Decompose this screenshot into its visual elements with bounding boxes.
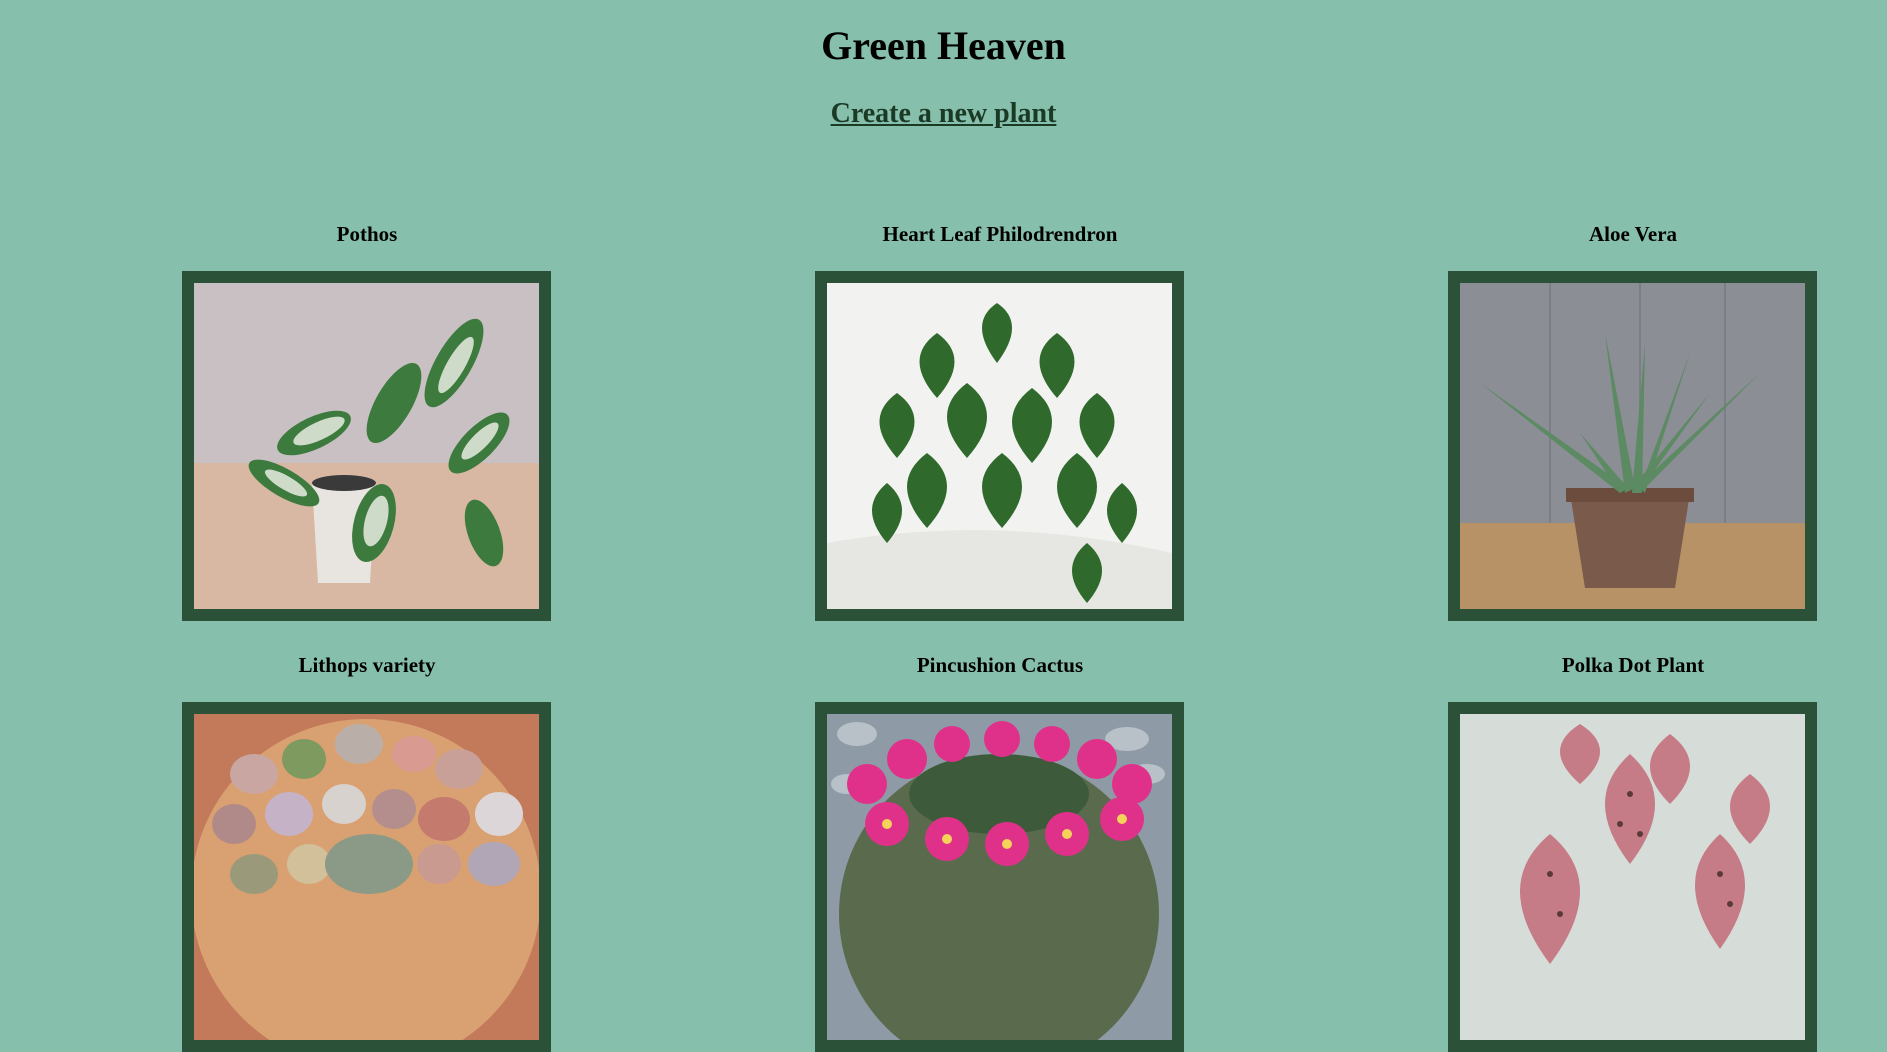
plant-image-pincushion-cactus[interactable]	[815, 702, 1184, 1052]
plant-image-aloe-vera[interactable]	[1448, 271, 1817, 621]
plant-image-heart-leaf-philodendron[interactable]	[815, 271, 1184, 621]
plant-card-pincushion-cactus[interactable]: Pincushion Cactus	[800, 645, 1200, 1052]
plant-name: Lithops variety	[298, 653, 436, 677]
plant-image-pothos[interactable]	[182, 271, 551, 621]
plant-card-aloe-vera[interactable]: Aloe Vera	[1433, 214, 1833, 621]
plant-image-lithops[interactable]	[182, 702, 551, 1052]
plant-card-polka-dot-plant[interactable]: Polka Dot Plant	[1433, 645, 1833, 1052]
plant-name: Heart Leaf Philodrendron	[882, 222, 1118, 246]
plant-name: Polka Dot Plant	[1561, 653, 1705, 677]
plant-card-heart-leaf-philodendron[interactable]: Heart Leaf Philodrendron	[800, 214, 1200, 621]
create-plant-link-wrapper: Create a new plant	[0, 98, 1887, 130]
plant-card-pothos[interactable]: Pothos	[167, 214, 567, 621]
create-plant-link[interactable]: Create a new plant	[831, 98, 1057, 129]
plant-name: Pincushion Cactus	[916, 653, 1084, 677]
page-title: Green Heaven	[821, 23, 1066, 68]
plant-image-polka-dot-plant[interactable]	[1448, 702, 1817, 1052]
plant-name: Pothos	[336, 222, 398, 246]
plant-card-lithops[interactable]: Lithops variety	[167, 645, 567, 1052]
plant-name: Aloe Vera	[1588, 222, 1678, 246]
